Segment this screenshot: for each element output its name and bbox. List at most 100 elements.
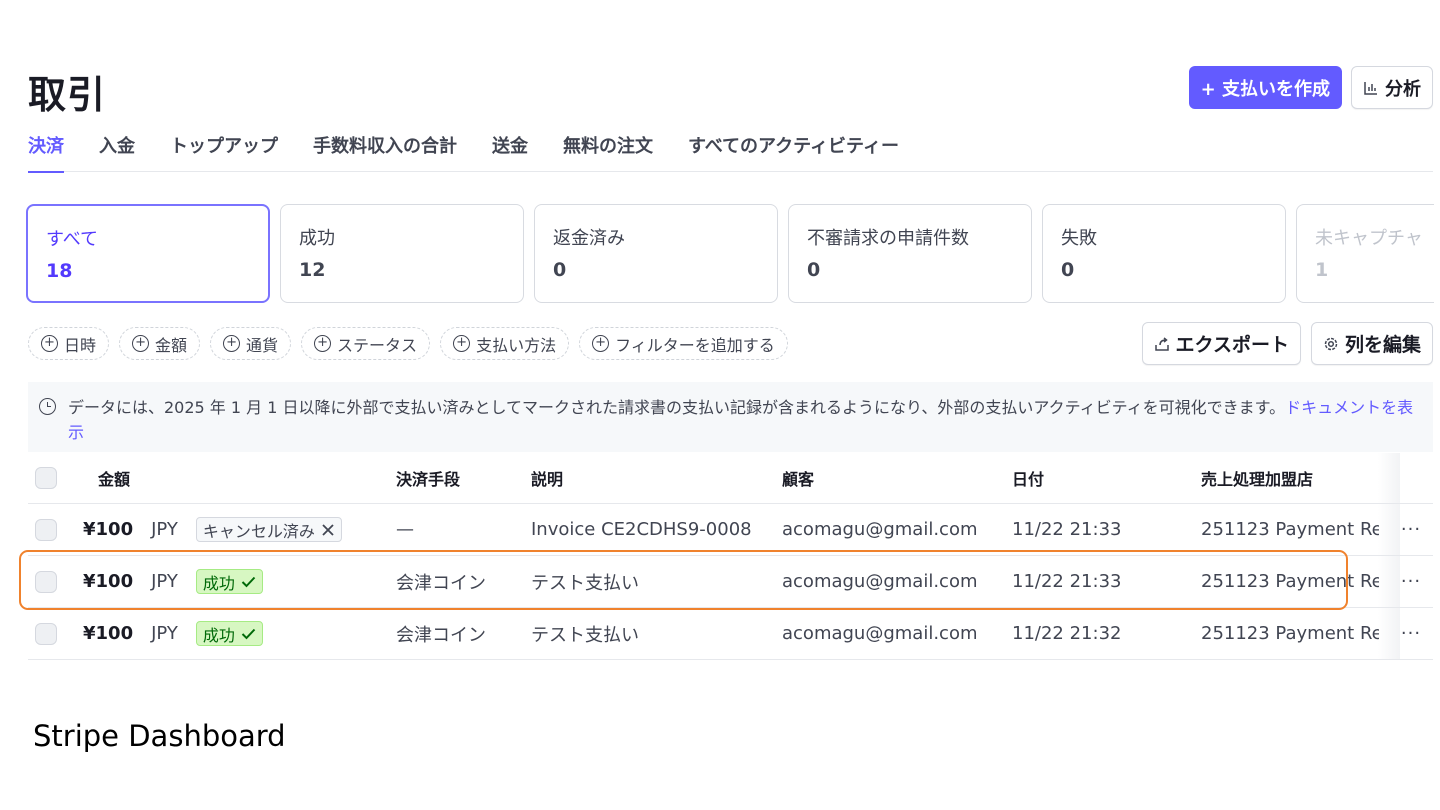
row-currency: JPY — [151, 623, 178, 644]
edit-columns-button[interactable]: 列を編集 — [1310, 322, 1433, 365]
status-card-label: 成功 — [299, 228, 335, 249]
filter-actions: エクスポート 列を編集 — [1141, 322, 1433, 365]
row-currency: JPY — [151, 519, 178, 540]
status-badge-label: 成功 — [202, 573, 235, 593]
status-card-disputed[interactable]: 不審請求の申請件数 0 — [788, 204, 1032, 303]
row-description: テスト支払い — [531, 572, 639, 594]
table-header: 金額 決済手段 説明 顧客 日付 売上処理加盟店 — [28, 453, 1433, 504]
tab-fee-income[interactable]: 手数料収入の合計 — [313, 132, 457, 172]
status-card-all[interactable]: すべて 18 — [26, 204, 270, 303]
status-badge-label: キャンセル済み — [202, 521, 315, 541]
tab-free-orders[interactable]: 無料の注文 — [563, 132, 653, 172]
clock-icon — [39, 398, 56, 415]
tab-topups[interactable]: トップアップ — [170, 132, 278, 172]
status-card-label: 失敗 — [1061, 228, 1097, 249]
status-card-refunded[interactable]: 返金済み 0 — [534, 204, 778, 303]
select-all-checkbox[interactable] — [35, 467, 57, 489]
row-merchant: 251123 Payment Re — [1201, 519, 1379, 540]
plus-circle-icon: + — [592, 335, 610, 352]
row-amount: ¥100 — [83, 519, 134, 540]
top-actions: + 支払いを作成 分析 — [1188, 66, 1433, 109]
header-amount: 金額 — [98, 470, 131, 489]
filter-date[interactable]: + 日時 — [28, 327, 110, 360]
plus-circle-icon: + — [223, 335, 241, 352]
status-card-uncaptured[interactable]: 未キャプチャ 1 — [1296, 204, 1434, 303]
table-row[interactable]: ¥100 JPY キャンセル済み — Invoice CE2CDHS9-0008… — [28, 504, 1433, 556]
status-card-label: 返金済み — [553, 228, 625, 249]
row-method: 会津コイン — [396, 572, 486, 594]
row-currency: JPY — [151, 571, 178, 592]
row-customer: acomagu@gmail.com — [782, 571, 978, 592]
filter-payment-method[interactable]: + 支払い方法 — [440, 327, 570, 360]
filter-amount[interactable]: + 金額 — [119, 327, 201, 360]
row-merchant: 251123 Payment Re — [1201, 571, 1379, 592]
status-card-count: 18 — [46, 260, 73, 282]
row-customer: acomagu@gmail.com — [782, 519, 978, 540]
check-icon — [241, 576, 256, 587]
notice-text: データには、2025 年 1 月 1 日以降に外部で支払い済みとしてマークされた… — [68, 398, 1286, 417]
filter-currency[interactable]: + 通貨 — [210, 327, 292, 360]
status-cards: すべて 18 成功 12 返金済み 0 不審請求の申請件数 0 失敗 0 未キャ… — [26, 204, 1434, 303]
status-card-count: 0 — [807, 259, 821, 281]
gear-icon — [1324, 337, 1338, 350]
filter-bar: + 日時 + 金額 + 通貨 + ステータス + 支払い方法 + フィルターを追加する — [28, 327, 788, 360]
status-card-label: すべて — [46, 229, 99, 250]
status-card-count: 0 — [1061, 259, 1075, 281]
row-checkbox[interactable] — [35, 518, 57, 541]
row-description: Invoice CE2CDHS9-0008 — [531, 519, 752, 540]
status-card-count: 12 — [299, 259, 326, 281]
row-method: 会津コイン — [396, 624, 486, 646]
close-icon — [322, 523, 334, 536]
row-more-button[interactable]: ··· — [1397, 608, 1425, 659]
check-icon — [241, 628, 256, 639]
row-amount: ¥100 — [83, 623, 134, 644]
info-notice: データには、2025 年 1 月 1 日以降に外部で支払い済みとしてマークされた… — [28, 382, 1433, 452]
row-more-button[interactable]: ··· — [1397, 556, 1425, 607]
export-icon — [1154, 336, 1169, 351]
header-method: 決済手段 — [396, 470, 461, 489]
plus-circle-icon: + — [132, 335, 150, 352]
plus-circle-icon: + — [41, 335, 58, 352]
table-row[interactable]: ¥100 JPY 成功 会津コイン テスト支払い acomagu@gmail.c… — [28, 608, 1433, 660]
edit-columns-label: 列を編集 — [1344, 334, 1421, 356]
table-row[interactable]: ¥100 JPY 成功 会津コイン テスト支払い acomagu@gmail.c… — [28, 556, 1433, 608]
filter-add[interactable]: + フィルターを追加する — [579, 327, 788, 360]
analysis-label: 分析 — [1385, 78, 1421, 100]
tab-payments[interactable]: 決済 — [28, 132, 64, 173]
tab-transfers[interactable]: 送金 — [492, 132, 528, 172]
export-label: エクスポート — [1175, 334, 1289, 356]
bar-chart-icon — [1364, 81, 1377, 95]
row-date: 11/22 21:33 — [1012, 571, 1122, 592]
export-button[interactable]: エクスポート — [1141, 322, 1301, 365]
analysis-button[interactable]: 分析 — [1351, 66, 1433, 109]
create-payment-button[interactable]: + 支払いを作成 — [1188, 66, 1342, 109]
status-card-count: 0 — [553, 259, 567, 281]
filter-status[interactable]: + ステータス — [301, 327, 431, 360]
row-customer: acomagu@gmail.com — [782, 623, 978, 644]
status-card-label: 不審請求の申請件数 — [807, 228, 969, 249]
header-description: 説明 — [531, 470, 564, 489]
transactions-table: 金額 決済手段 説明 顧客 日付 売上処理加盟店 ¥100 JPY キャンセル済… — [28, 453, 1433, 660]
filter-label: フィルターを追加する — [615, 335, 775, 355]
status-badge-label: 成功 — [202, 625, 235, 645]
tab-payouts[interactable]: 入金 — [99, 132, 135, 172]
status-card-failed[interactable]: 失敗 0 — [1042, 204, 1286, 303]
row-checkbox[interactable] — [35, 570, 57, 593]
filter-label: ステータス — [337, 335, 418, 355]
row-checkbox[interactable] — [35, 622, 57, 645]
status-badge: キャンセル済み — [195, 517, 342, 542]
row-amount: ¥100 — [83, 571, 134, 592]
page-title: 取引 — [28, 73, 107, 117]
plus-circle-icon: + — [314, 335, 332, 352]
tab-bar: 決済 入金 トップアップ 手数料収入の合計 送金 無料の注文 すべてのアクティビ… — [28, 132, 1433, 173]
row-method: — — [396, 519, 414, 540]
tab-all-activity[interactable]: すべてのアクティビティー — [688, 132, 899, 172]
row-date: 11/22 21:33 — [1012, 519, 1122, 540]
status-card-count: 1 — [1315, 259, 1329, 281]
status-card-succeeded[interactable]: 成功 12 — [280, 204, 524, 303]
filter-label: 日時 — [64, 335, 97, 355]
row-more-button[interactable]: ··· — [1397, 504, 1425, 555]
filter-label: 金額 — [155, 335, 188, 355]
status-badge: 成功 — [195, 621, 263, 646]
row-date: 11/22 21:32 — [1012, 623, 1122, 644]
